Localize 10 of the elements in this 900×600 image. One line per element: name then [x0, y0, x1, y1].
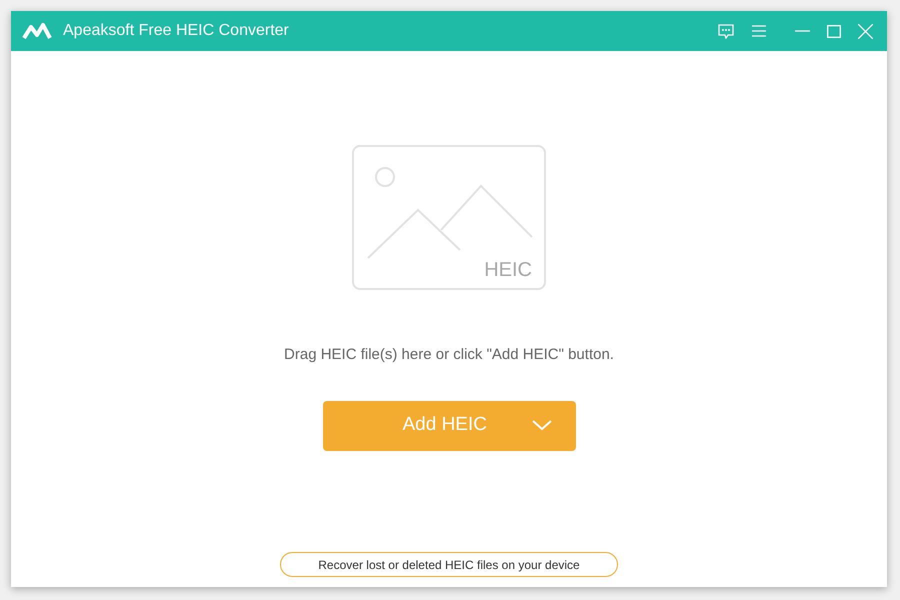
menu-icon[interactable] [752, 25, 766, 37]
chat-icon[interactable] [717, 24, 735, 38]
placeholder-label: HEIC [484, 260, 532, 280]
logo-icon [22, 22, 52, 40]
close-icon[interactable] [858, 24, 873, 38]
caret-icon [532, 420, 552, 431]
recover-link[interactable]: Recover lost or deleted HEIC files on your device [280, 552, 618, 577]
drop-hint: Drag HEIC file(s) here or click "Add HEIC" button. [284, 345, 614, 365]
window-title: Apeaksoft Free HEIC Converter [63, 21, 289, 41]
maximize-icon[interactable] [827, 24, 841, 38]
